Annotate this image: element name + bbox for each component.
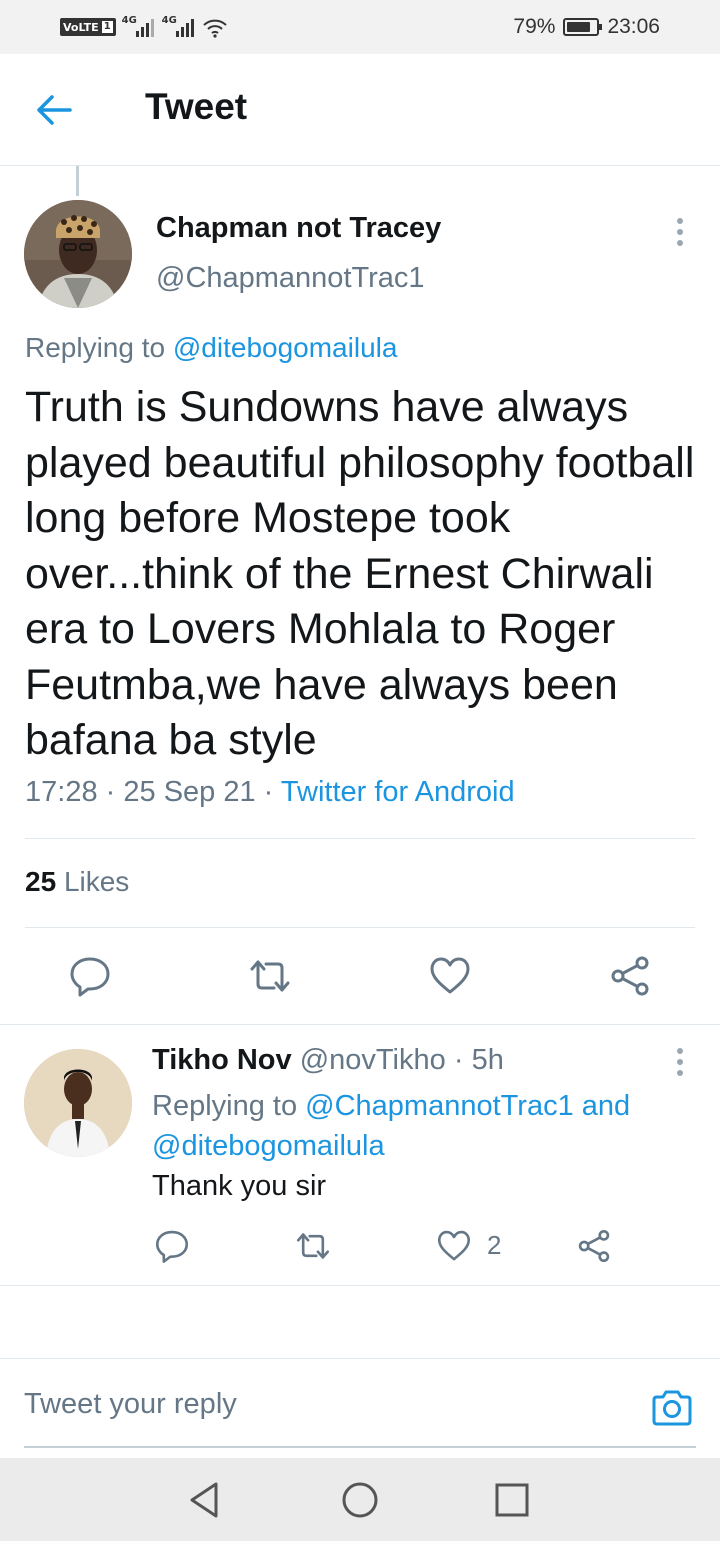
more-options-icon[interactable] [666,214,694,250]
wifi-icon [202,19,227,38]
divider [0,1024,720,1025]
tweet-date: 25 Sep 21 [123,776,256,808]
reply-header: Tikho Nov @novTikho · 5h [152,1044,504,1077]
thread-line [76,166,79,196]
author-name[interactable]: Chapman not Tracey [156,212,441,245]
author-avatar-image [24,200,132,308]
replying-prefix: Replying to [25,332,166,363]
signal-icon-2: 4G [162,15,196,37]
likes-summary[interactable]: 25 Likes [25,866,129,898]
divider [25,927,695,928]
like-heart-icon[interactable] [428,954,472,998]
replying-to: Replying to @ditebogomailula [25,332,397,364]
status-left: VoLTE 1 4G 4G [60,15,228,38]
status-bar: VoLTE 1 4G 4G 79% 23:06 [0,0,720,54]
replying-and: and [581,1090,631,1122]
system-nav-bar [0,1458,720,1541]
replying-to-link[interactable]: @ditebogomailula [173,332,398,363]
reply-like-count: 2 [487,1230,502,1260]
divider [0,1285,720,1286]
nav-home-icon[interactable] [340,1480,380,1520]
meta-separator: · [263,776,274,808]
reply-icon[interactable] [68,954,112,998]
app-header: Tweet [0,54,720,166]
divider [0,1358,720,1359]
likes-count: 25 [25,866,57,897]
reply-text: Thank you sir [152,1170,327,1202]
replying-to-link[interactable]: @ditebogomailula [152,1130,385,1162]
tweet-source[interactable]: Twitter for Android [281,776,515,808]
nav-recents-icon[interactable] [492,1480,532,1520]
status-right: 79% 23:06 [513,15,660,39]
meta-separator: · [105,776,116,808]
more-options-icon[interactable] [666,1044,694,1080]
replying-to-link[interactable]: @ChapmannotTrac1 [305,1090,574,1122]
signal-icon-1: 4G [122,15,156,37]
volte-indicator: VoLTE 1 [60,18,116,36]
reply-replying-to: Replying to @ChapmannotTrac1 and @ditebo… [152,1086,672,1166]
reply-avatar-image [24,1049,132,1157]
battery-percent: 79% [513,15,556,38]
replying-prefix: Replying to [152,1090,298,1122]
nav-back-icon[interactable] [186,1480,226,1520]
author-handle[interactable]: @ChapmannotTrac1 [156,262,425,295]
clock: 23:06 [607,15,660,38]
back-arrow-icon[interactable] [34,92,74,128]
tweet-text: Truth is Sundowns have always played bea… [25,383,695,764]
reply-icon[interactable] [154,1228,190,1264]
share-icon[interactable] [608,954,652,998]
avatar[interactable] [24,1049,132,1157]
retweet-icon[interactable] [295,1228,331,1264]
reply-compose-input[interactable]: Tweet your reply [24,1388,237,1421]
page-title: Tweet [145,86,248,127]
share-icon[interactable] [576,1228,612,1264]
compose-underline [24,1446,696,1448]
like-heart-icon[interactable] [436,1228,472,1264]
tweet-meta: 17:28 · 25 Sep 21 · Twitter for Android [25,776,515,809]
reply-age: 5h [471,1044,504,1076]
likes-label: Likes [63,866,130,897]
reply-author-name[interactable]: Tikho Nov [152,1044,292,1076]
divider [25,838,695,839]
tweet-time: 17:28 [25,776,98,808]
reply-author-handle[interactable]: @novTikho [300,1044,446,1076]
camera-icon[interactable] [650,1388,694,1428]
retweet-icon[interactable] [248,954,292,998]
battery-icon [563,18,603,36]
meta-separator: · [453,1044,464,1076]
avatar[interactable] [24,200,132,308]
